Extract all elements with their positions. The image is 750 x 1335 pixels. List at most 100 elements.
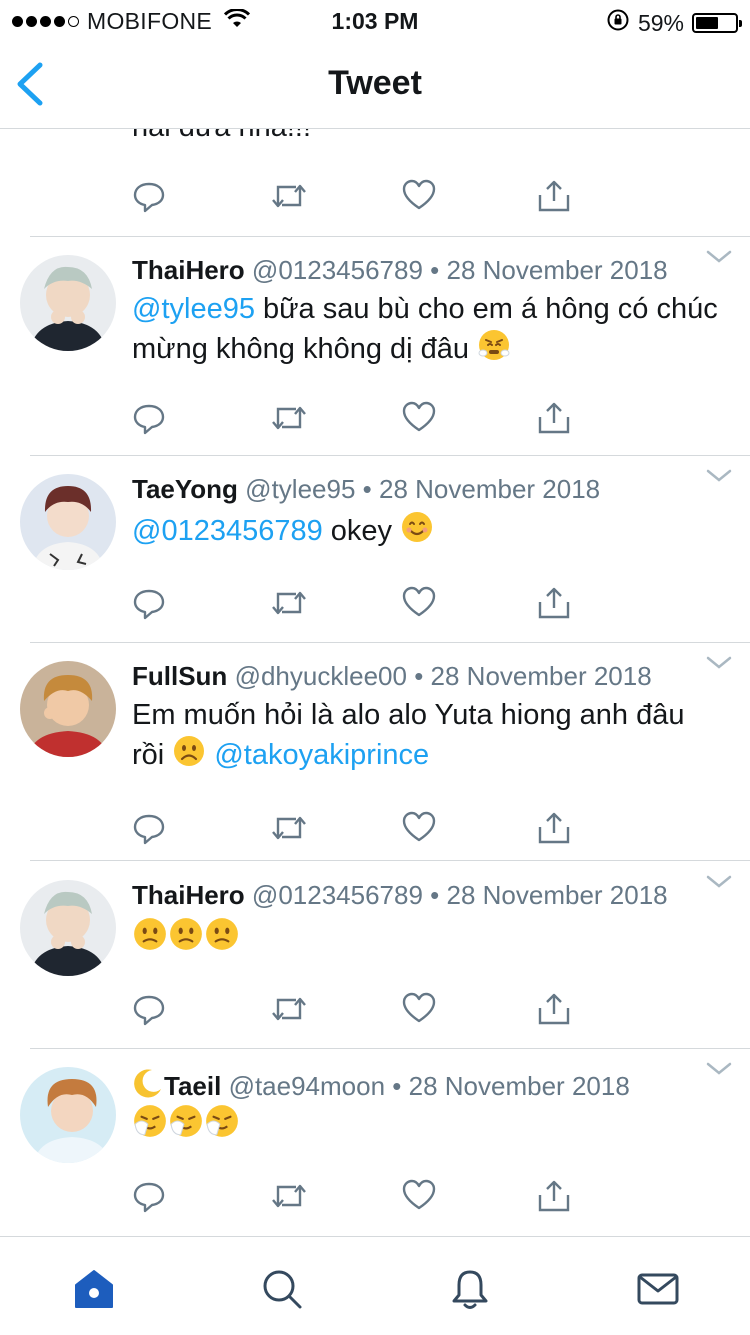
divider: [30, 236, 750, 237]
tweet-thread[interactable]: hai đưa nha!!! ThaiHero @0123456789 • 28…: [0, 129, 750, 1235]
share-icon[interactable]: [537, 179, 571, 213]
avatar[interactable]: [20, 255, 116, 351]
smiling-face-emoji: [400, 510, 434, 554]
tweet-text: [132, 1103, 722, 1149]
tweet-header: Taeil @tae94moon • 28 November 2018: [132, 1067, 630, 1106]
page-title: Tweet: [328, 64, 422, 102]
search-icon[interactable]: [260, 1267, 304, 1311]
sneezing-face-emoji: [168, 1103, 204, 1149]
author-handle[interactable]: @dhyucklee00: [235, 661, 407, 691]
separator: •: [430, 255, 440, 285]
tweet-date: 28 November 2018: [408, 1071, 630, 1101]
tweet-text: @tylee95 bữa sau bù cho em á hông có chú…: [132, 291, 722, 372]
like-icon[interactable]: [402, 401, 436, 435]
like-icon[interactable]: [402, 586, 436, 620]
avatar[interactable]: [20, 1067, 116, 1163]
tweet-header: ThaiHero @0123456789 • 28 November 2018: [132, 880, 668, 911]
retweet-icon[interactable]: [270, 1179, 306, 1213]
reply-icon[interactable]: [132, 811, 166, 845]
tweet-actions: [132, 992, 572, 1028]
author-name[interactable]: ThaiHero: [132, 255, 245, 285]
share-icon[interactable]: [537, 1179, 571, 1213]
tweet-actions: [132, 401, 572, 437]
sneezing-face-emoji: [204, 1103, 240, 1149]
tweet-date: 28 November 2018: [446, 880, 668, 910]
author-name[interactable]: ThaiHero: [132, 880, 245, 910]
slightly-frowning-face-emoji: [204, 916, 240, 962]
battery-icon: [692, 13, 742, 33]
retweet-icon[interactable]: [270, 179, 306, 213]
author-name[interactable]: FullSun: [132, 661, 227, 691]
share-icon[interactable]: [537, 811, 571, 845]
tab-bar: [0, 1236, 750, 1335]
author-handle[interactable]: @0123456789: [252, 880, 423, 910]
tweet-header: FullSun @dhyucklee00 • 28 November 2018: [132, 661, 652, 692]
reply-icon[interactable]: [132, 179, 166, 213]
mention-link[interactable]: @takoyakiprince: [214, 739, 429, 771]
separator: •: [414, 661, 424, 691]
notifications-icon[interactable]: [448, 1267, 492, 1311]
author-handle[interactable]: @0123456789: [252, 255, 423, 285]
mention-link[interactable]: @tylee95: [132, 293, 255, 325]
slightly-frowning-face-emoji: [132, 916, 168, 962]
tweet-text-content: okey: [322, 515, 401, 547]
avatar[interactable]: [20, 474, 116, 570]
like-icon[interactable]: [402, 179, 436, 213]
slightly-frowning-face-emoji: [168, 916, 204, 962]
status-bar: MOBIFONE 1:03 PM 59%: [0, 0, 750, 40]
share-icon[interactable]: [537, 401, 571, 435]
separator: •: [362, 474, 372, 504]
chevron-down-icon[interactable]: [706, 874, 732, 895]
share-icon[interactable]: [537, 586, 571, 620]
author-name[interactable]: TaeYong: [132, 474, 238, 504]
tweet-actions: [132, 811, 572, 847]
divider: [30, 455, 750, 456]
tweet-text: Em muốn hỏi là alo alo Yuta hiong anh đâ…: [132, 697, 722, 778]
author-handle[interactable]: @tylee95: [245, 474, 355, 504]
triumph-face-emoji: [477, 328, 511, 372]
reply-icon[interactable]: [132, 586, 166, 620]
chevron-down-icon[interactable]: [706, 468, 732, 489]
chevron-down-icon[interactable]: [706, 655, 732, 676]
retweet-icon[interactable]: [270, 401, 306, 435]
navigation-bar: Tweet: [0, 40, 750, 129]
like-icon[interactable]: [402, 811, 436, 845]
rotation-lock-icon: [606, 8, 630, 38]
separator: •: [430, 880, 440, 910]
retweet-icon[interactable]: [270, 586, 306, 620]
avatar[interactable]: [20, 880, 116, 976]
author-handle[interactable]: @tae94moon: [229, 1071, 386, 1101]
share-icon[interactable]: [537, 992, 571, 1026]
tweet-text: @0123456789 okey: [132, 510, 722, 554]
tweet-date: 28 November 2018: [378, 474, 601, 504]
tweet-date: 28 November 2018: [430, 661, 652, 691]
reply-icon[interactable]: [132, 1179, 166, 1213]
tweet-actions: [132, 179, 572, 215]
mention-link[interactable]: @0123456789: [132, 515, 323, 547]
tweet-date: 28 November 2018: [446, 255, 668, 285]
messages-icon[interactable]: [636, 1267, 680, 1311]
reply-icon[interactable]: [132, 401, 166, 435]
crescent-moon-emoji: [132, 1067, 164, 1106]
tweet-text: [132, 916, 722, 962]
divider: [30, 1048, 750, 1049]
avatar[interactable]: [20, 661, 116, 757]
tweet-actions: [132, 586, 572, 622]
chevron-down-icon[interactable]: [706, 1061, 732, 1082]
retweet-icon[interactable]: [270, 811, 306, 845]
like-icon[interactable]: [402, 992, 436, 1026]
chevron-down-icon[interactable]: [706, 249, 732, 270]
tweet-header: ThaiHero @0123456789 • 28 November 2018: [132, 255, 668, 286]
tweet-header: TaeYong @tylee95 • 28 November 2018: [132, 474, 600, 505]
partial-tweet-text: hai đưa nha!!!: [132, 129, 311, 145]
status-right: 59%: [606, 8, 742, 38]
retweet-icon[interactable]: [270, 992, 306, 1026]
sneezing-face-emoji: [132, 1103, 168, 1149]
divider: [30, 860, 750, 861]
home-icon[interactable]: [72, 1267, 116, 1311]
tweet-actions: [132, 1179, 572, 1215]
reply-icon[interactable]: [132, 992, 166, 1026]
like-icon[interactable]: [402, 1179, 436, 1213]
divider: [30, 642, 750, 643]
author-name[interactable]: Taeil: [164, 1071, 221, 1101]
